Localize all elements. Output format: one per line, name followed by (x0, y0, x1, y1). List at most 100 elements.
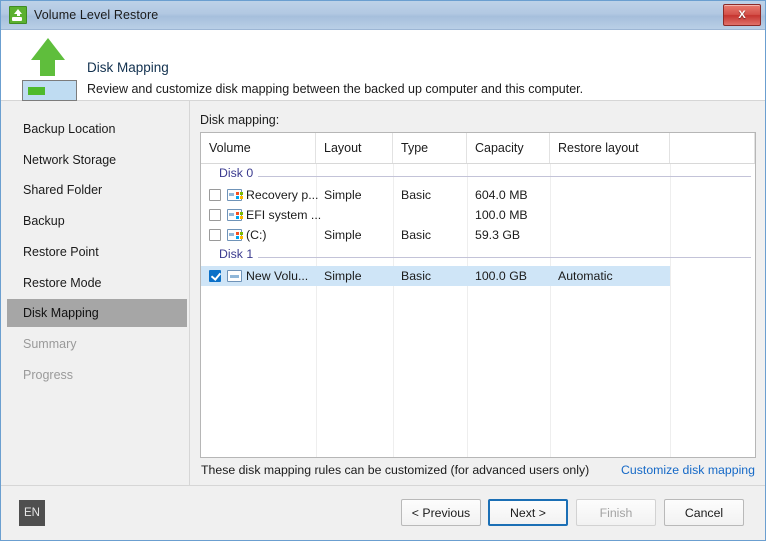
group-rule (219, 176, 751, 177)
cell-capacity: 100.0 MB (475, 208, 528, 222)
wizard-body: Backup Location Network Storage Shared Fol… (1, 101, 765, 485)
table-row[interactable]: (C:) Simple Basic 59.3 GB (201, 225, 755, 245)
previous-button[interactable]: < Previous (401, 499, 481, 526)
cell-layout: Simple (324, 188, 362, 202)
finish-button: Finish (576, 499, 656, 526)
cell-capacity: 100.0 GB (475, 269, 527, 283)
cell-type: Basic (401, 188, 432, 202)
page-subtitle: Review and customize disk mapping betwee… (87, 82, 584, 96)
window-title: Volume Level Restore (34, 8, 159, 22)
plain-drive-icon (227, 270, 242, 282)
close-icon[interactable]: X (723, 4, 761, 26)
button-label: Cancel (684, 505, 724, 520)
button-label: < Previous (411, 505, 471, 520)
sidebar-item-label: Restore Point (23, 244, 99, 259)
cell-restore-layout (550, 185, 670, 205)
sidebar-item-label: Backup Location (23, 122, 116, 136)
wizard-content: Disk mapping: Volume Layout Type Capacity Re… (190, 101, 765, 485)
table-header-row: Volume Layout Type Capacity Restore layout (201, 133, 755, 164)
column-header-label: Type (401, 141, 429, 155)
disk-group-label: Disk 0 (219, 166, 259, 180)
disk-group-label: Disk 1 (219, 247, 259, 261)
button-label: Finish (599, 505, 633, 520)
table-note: These disk mapping rules can be customiz… (201, 463, 590, 477)
cell-layout: Simple (324, 269, 362, 283)
windows-drive-icon (227, 189, 243, 201)
column-header-label: Layout (324, 141, 362, 155)
cell-type (393, 205, 467, 225)
sidebar-item-disk-mapping[interactable]: Disk Mapping (7, 299, 187, 328)
cancel-button[interactable]: Cancel (664, 499, 744, 526)
volume-name: (C:) (246, 228, 267, 242)
column-header-blank[interactable] (670, 133, 755, 163)
sidebar-item-label: Backup (23, 214, 65, 229)
restore-arrow-icon (17, 36, 79, 101)
sidebar-item-backup[interactable]: Backup (7, 207, 187, 235)
sidebar-item-label: Network Storage (23, 152, 117, 167)
table-group-row: Disk 0 (201, 164, 755, 185)
close-button-label: X (738, 9, 746, 21)
wizard-footer: EN < Previous Next > Finish Cancel (1, 485, 765, 540)
page-title: Disk Mapping (87, 60, 169, 75)
app-icon (9, 6, 27, 24)
volume-checkbox[interactable] (209, 209, 221, 221)
column-header-type[interactable]: Type (393, 133, 467, 163)
column-header-restore-layout[interactable]: Restore layout (550, 133, 670, 163)
volume-cell: New Volu... (201, 266, 316, 286)
volume-name: Recovery p... (246, 188, 319, 202)
cell-restore-layout (550, 205, 670, 225)
table-row[interactable]: Recovery p... Simple Basic 604.0 MB (201, 185, 755, 205)
title-bar: Volume Level Restore X (1, 1, 765, 30)
table-body: Disk 0 Recovery p... Simple Basic 604.0 MB EF… (201, 164, 755, 457)
windows-drive-icon (227, 209, 243, 221)
customize-disk-mapping-link[interactable]: Customize disk mapping (621, 463, 755, 477)
column-header-capacity[interactable]: Capacity (467, 133, 550, 163)
column-header-volume[interactable]: Volume (201, 133, 316, 163)
column-header-label: Capacity (475, 141, 524, 155)
cell-type: Basic (401, 228, 432, 242)
table-row[interactable]: New Volu... Simple Basic 100.0 GB Automatic (201, 266, 670, 286)
sidebar-item-label: Progress (23, 367, 74, 382)
section-label: Disk mapping: (200, 113, 280, 127)
column-header-layout[interactable]: Layout (316, 133, 393, 163)
sidebar-item-backup-location[interactable]: Backup Location (7, 115, 187, 143)
wizard-sidebar: Backup Location Network Storage Shared Fol… (1, 101, 190, 485)
column-header-label: Restore layout (558, 141, 639, 155)
button-label: Next > (510, 505, 546, 520)
sidebar-item-restore-mode[interactable]: Restore Mode (7, 269, 187, 297)
cell-capacity: 59.3 GB (475, 228, 521, 242)
volume-cell: (C:) (201, 225, 316, 245)
cell-restore-layout (550, 225, 670, 245)
disk-mapping-table: Volume Layout Type Capacity Restore layout D… (200, 132, 756, 458)
column-header-label: Volume (209, 141, 251, 155)
sidebar-item-label: Summary (23, 336, 77, 351)
volume-cell: EFI system ... (201, 205, 321, 225)
volume-level-restore-window: Volume Level Restore X Disk Mapping Revi… (0, 0, 766, 541)
next-button[interactable]: Next > (488, 499, 568, 526)
cell-capacity: 604.0 MB (475, 188, 528, 202)
cell-layout (316, 205, 393, 225)
volume-checkbox[interactable] (209, 189, 221, 201)
volume-checkbox[interactable] (209, 270, 221, 282)
windows-drive-icon (227, 229, 243, 241)
table-group-row: Disk 1 (201, 245, 755, 266)
sidebar-item-summary: Summary (7, 330, 187, 358)
sidebar-item-shared-folder[interactable]: Shared Folder (7, 176, 187, 204)
language-indicator[interactable]: EN (19, 500, 45, 526)
cell-layout: Simple (324, 228, 362, 242)
group-rule (219, 257, 751, 258)
volume-cell: Recovery p... (201, 185, 319, 205)
cell-type: Basic (401, 269, 432, 283)
volume-name: EFI system ... (246, 208, 322, 222)
table-row[interactable]: EFI system ... 100.0 MB (201, 205, 755, 225)
sidebar-item-network-storage[interactable]: Network Storage (7, 146, 187, 174)
sidebar-item-label: Shared Folder (23, 183, 103, 198)
volume-name: New Volu... (246, 269, 309, 283)
sidebar-item-label: Restore Mode (23, 275, 102, 290)
sidebar-item-label: Disk Mapping (23, 306, 99, 321)
cell-restore-layout: Automatic (558, 269, 613, 283)
volume-checkbox[interactable] (209, 229, 221, 241)
wizard-header: Disk Mapping Review and customize disk m… (1, 30, 765, 101)
sidebar-item-restore-point[interactable]: Restore Point (7, 238, 187, 266)
sidebar-item-progress: Progress (7, 361, 187, 389)
